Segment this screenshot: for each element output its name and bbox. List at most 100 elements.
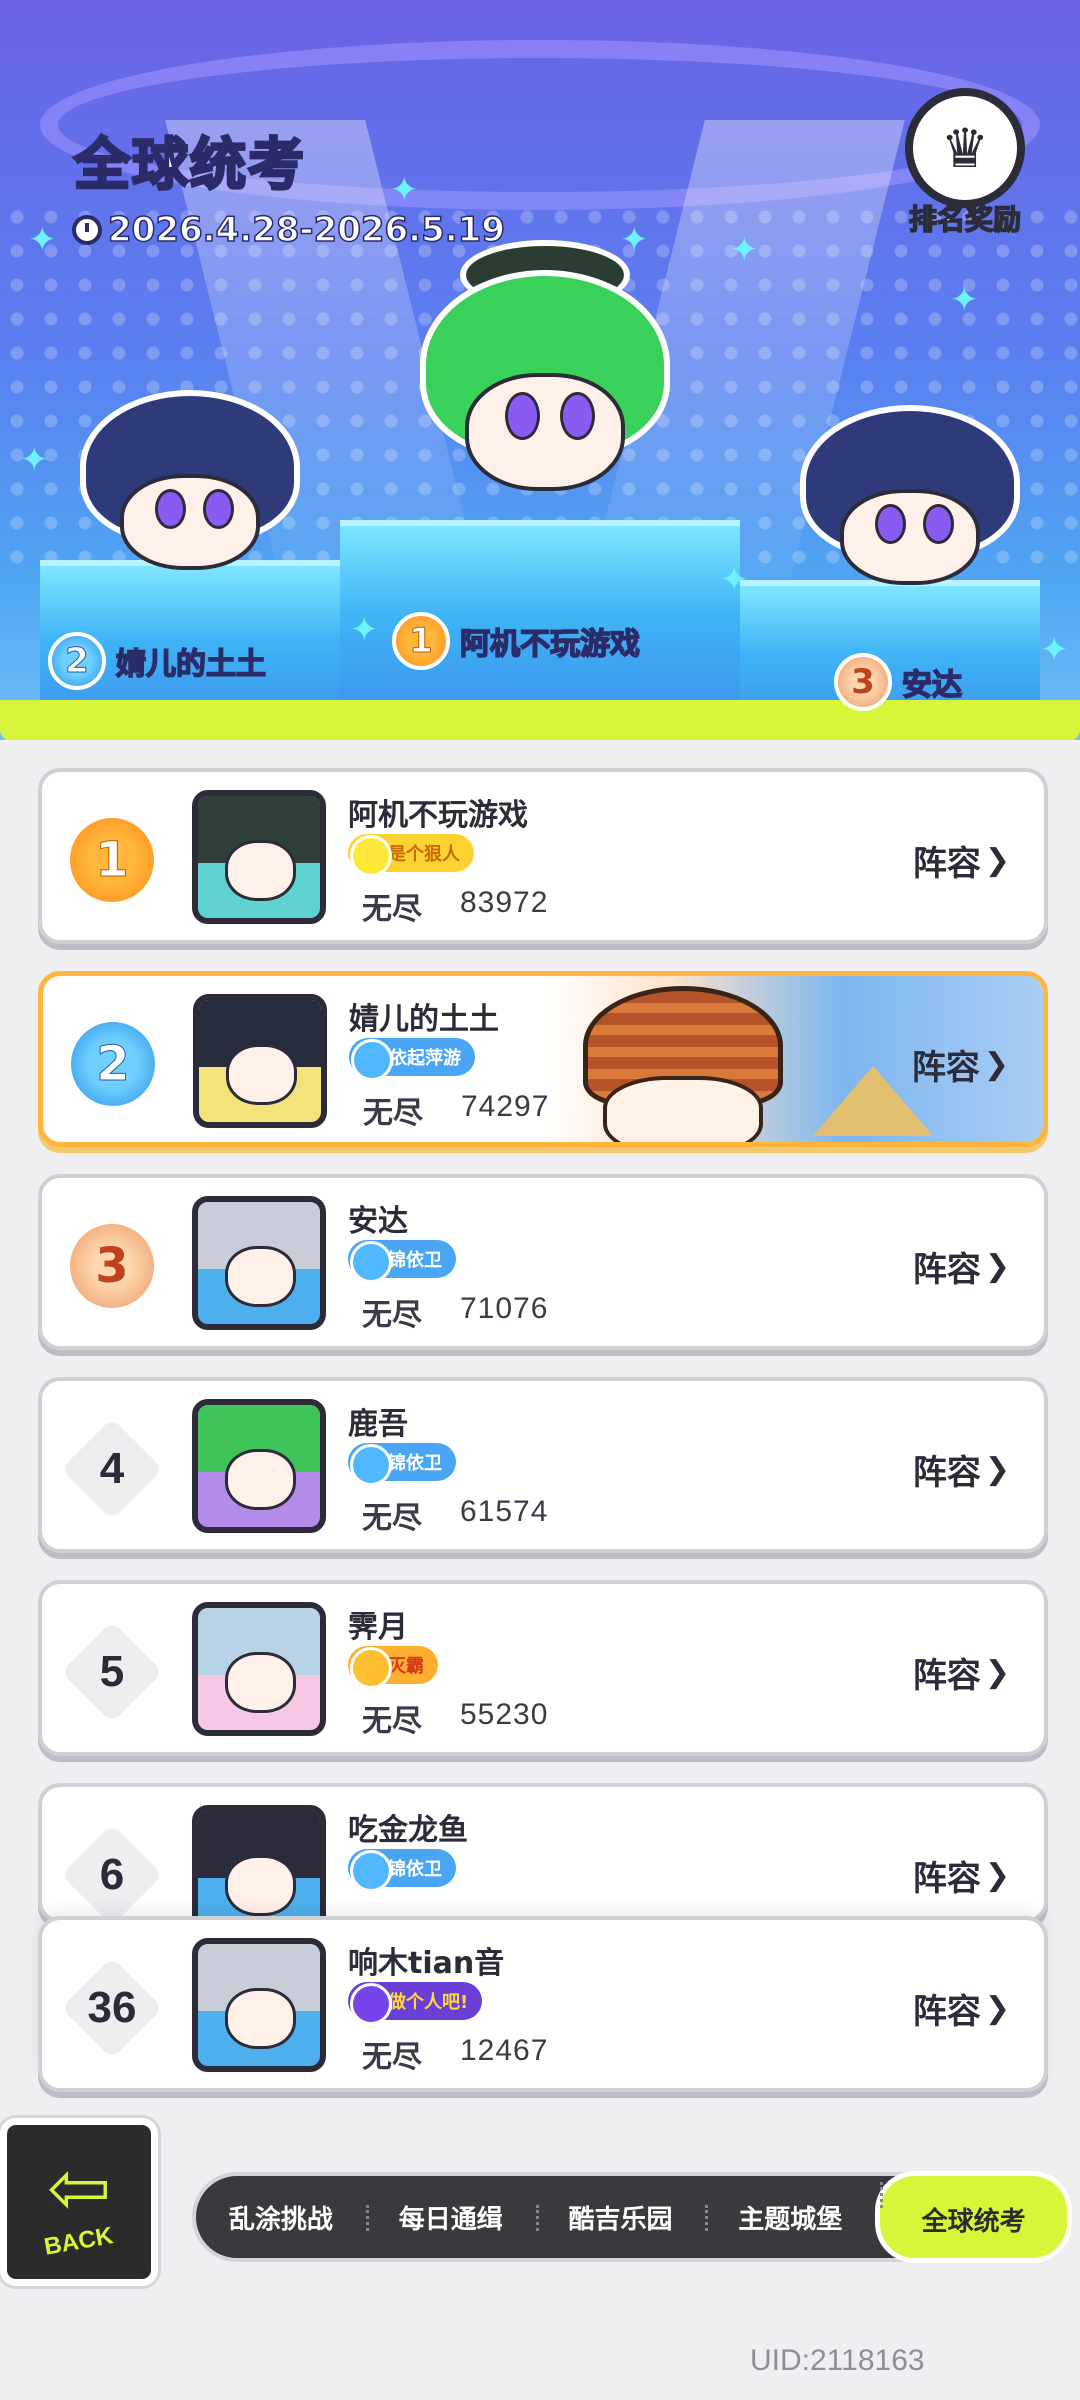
title-badge: 做个人吧! (348, 1982, 483, 2020)
chevron-right-icon: ❯ (984, 1452, 1010, 1487)
score-value: 74297 (461, 1090, 550, 1123)
rank-2-icon: 2 (48, 632, 106, 690)
avatar[interactable] (192, 1399, 326, 1533)
podium-first-label: 1 阿机不玩游戏 (392, 612, 641, 670)
sparkle-icon: ✦ (20, 440, 49, 480)
sparkle-icon: ✦ (620, 220, 649, 260)
chevron-right-icon: ❯ (984, 1858, 1010, 1893)
avatar[interactable] (192, 790, 326, 924)
player-name: 阿机不玩游戏 (348, 798, 528, 833)
mode-label: 无尽 (362, 892, 422, 927)
rank-cell: 6 (60, 1823, 164, 1919)
leaderboard-row: 6 吃金龙鱼 锦依卫 阵容 ❯ (38, 1783, 1048, 1923)
first-place-character (420, 240, 670, 540)
player-name: 响木tian音 (348, 1946, 505, 1981)
podium-second-label: 2 婧儿的土土 (48, 632, 267, 690)
rank-3-icon: 3 (834, 653, 892, 711)
avatar[interactable] (192, 1805, 326, 1919)
avatar[interactable] (193, 994, 327, 1128)
tab-theme-castle[interactable]: 主题城堡 (705, 2199, 875, 2236)
sparkle-icon: ✦ (1040, 630, 1069, 670)
chevron-right-icon: ❯ (984, 1249, 1010, 1284)
tab-global-exam[interactable]: 全球统考 (875, 2171, 1072, 2263)
mode-label: 无尽 (362, 1704, 422, 1739)
ranking-reward-label: 排名奖励 (908, 202, 1022, 237)
mode-label: 无尽 (363, 1096, 423, 1131)
avatar[interactable] (192, 1602, 326, 1736)
lineup-button[interactable]: 阵容 ❯ (913, 1648, 1010, 1697)
chevron-right-icon: ❯ (984, 843, 1010, 878)
player-name: 吃金龙鱼 (348, 1813, 468, 1848)
lineup-button[interactable]: 阵容 ❯ (913, 1984, 1010, 2033)
sparkle-icon: ✦ (28, 220, 57, 260)
podium-stage: ✦ ✦ ✦ ✦ ✦ ✦ ✦ ✦ ✦ 全球统考 2026.4.28-2026.5.… (0, 0, 1080, 780)
rank-number: 4 (99, 1444, 125, 1493)
leaderboard-row: 5 霁月 灭霸 无尽 55230 阵容 ❯ (38, 1580, 1048, 1756)
sparkle-icon: ✦ (350, 610, 379, 650)
rank-cell: 36 (60, 1956, 164, 2060)
rank-number: 6 (99, 1850, 125, 1899)
mode-tab-bar: 乱涂挑战 每日通缉 酷吉乐园 主题城堡 全球统考 (192, 2171, 1072, 2263)
score-value: 83972 (460, 886, 549, 919)
sparkle-icon: ✦ (390, 170, 419, 210)
lineup-button[interactable]: 阵容 ❯ (913, 1445, 1010, 1494)
lineup-button[interactable]: 阵容 ❯ (913, 836, 1010, 885)
title-badge: 锦依卫 (348, 1849, 456, 1887)
podium-third-label: 3 安达 (834, 653, 963, 711)
ranking-reward-button[interactable]: ♛ 排名奖励 (895, 88, 1035, 238)
page-title: 全球统考 (73, 132, 306, 200)
rank-number: 5 (99, 1647, 125, 1696)
title-badge: 是个狠人 (348, 834, 474, 872)
mode-label: 无尽 (362, 1501, 422, 1536)
lineup-button[interactable]: 阵容 ❯ (913, 1242, 1010, 1291)
rank-cell: 3 (60, 1214, 164, 1318)
date-range: 2026.4.28-2026.5.19 (107, 209, 505, 251)
rank-1-icon: 1 (66, 814, 158, 906)
rank-1-icon: 1 (392, 612, 450, 670)
my-rank-row: 36 响木tian音 做个人吧! 无尽 12467 阵容 ❯ (38, 1916, 1048, 2092)
rank-cell: 4 (60, 1417, 164, 1521)
rank-cell: 2 (61, 1012, 165, 1116)
podium-second-name: 婧儿的土土 (115, 646, 267, 683)
user-id: UID:2118163 (750, 2344, 925, 2377)
chevron-right-icon: ❯ (984, 1991, 1010, 2026)
mode-label: 无尽 (362, 2040, 422, 2075)
back-arrow-icon: ⇦ (44, 2141, 113, 2234)
title-badge: 依起萍游 (349, 1038, 475, 1076)
leaderboard-row: 1 阿机不玩游戏 是个狠人 无尽 83972 阵容 ❯ (38, 768, 1048, 944)
score-value: 12467 (460, 2034, 549, 2067)
second-place-character (80, 390, 300, 610)
avatar[interactable] (192, 1196, 326, 1330)
mode-label: 无尽 (362, 1298, 422, 1333)
avatar[interactable] (192, 1938, 326, 2072)
event-period: 2026.4.28-2026.5.19 (72, 209, 506, 251)
score-value: 55230 (460, 1698, 549, 1731)
rank-cell: 1 (60, 808, 164, 912)
lineup-button[interactable]: 阵容 ❯ (912, 1040, 1009, 1089)
chevron-right-icon: ❯ (983, 1047, 1009, 1082)
title-badge: 锦依卫 (348, 1443, 456, 1481)
rank-cell: 5 (60, 1620, 164, 1724)
podium-third-name: 安达 (901, 667, 963, 704)
chevron-right-icon: ❯ (984, 1655, 1010, 1690)
player-name: 鹿吾 (348, 1407, 408, 1442)
rank-3-icon: 3 (66, 1220, 158, 1312)
clock-icon (72, 215, 102, 245)
score-value: 61574 (460, 1495, 549, 1528)
lineup-button[interactable]: 阵容 ❯ (913, 1851, 1010, 1900)
title-badge: 锦依卫 (348, 1240, 456, 1278)
third-place-character (800, 405, 1020, 625)
tab-kuji-park[interactable]: 酷吉乐园 (535, 2199, 706, 2236)
score-value: 71076 (460, 1292, 549, 1325)
player-name: 婧儿的土土 (349, 1002, 499, 1037)
title-badge: 灭霸 (348, 1646, 438, 1684)
trophy-shield-icon: ♛ (905, 88, 1025, 208)
leaderboard-row: 4 鹿吾 锦依卫 无尽 61574 阵容 ❯ (38, 1377, 1048, 1553)
player-name: 安达 (348, 1204, 408, 1239)
podium-first-name: 阿机不玩游戏 (459, 626, 641, 663)
sparkle-icon: ✦ (950, 280, 979, 320)
tab-daily-wanted[interactable]: 每日通缉 (365, 2199, 536, 2236)
back-button[interactable]: ⇦ BACK (0, 2118, 158, 2286)
rank-number: 36 (87, 1983, 137, 2032)
tab-doodle-challenge[interactable]: 乱涂挑战 (196, 2199, 366, 2236)
